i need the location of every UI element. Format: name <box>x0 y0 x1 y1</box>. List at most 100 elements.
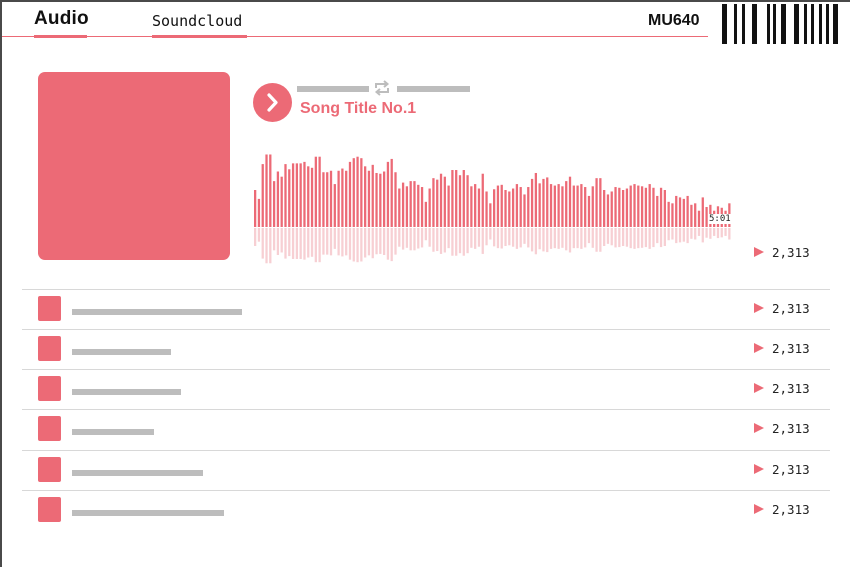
waveform-reflection-bar <box>390 228 393 262</box>
waveform-reflection-bar <box>591 228 594 248</box>
waveform-reflection-bar <box>576 228 579 249</box>
waveform-bar <box>443 176 446 227</box>
waveform-bar <box>686 195 689 227</box>
track-play-count: 2,313 <box>754 462 810 477</box>
track-play-count-value: 2,313 <box>772 462 810 477</box>
waveform-reflection-bar <box>584 228 587 248</box>
waveform-reflection-bar <box>284 228 287 259</box>
play-button[interactable] <box>253 83 292 122</box>
waveform-bar <box>625 188 629 227</box>
waveform-reflection-bar <box>568 228 572 253</box>
waveform-reflection-bar <box>371 228 374 259</box>
track-play-count: 2,313 <box>754 421 810 436</box>
album-placeholder-bar <box>397 86 470 92</box>
waveform-reflection-bar <box>549 228 553 249</box>
waveform-bar <box>610 191 613 227</box>
waveform-reflection-bar <box>337 228 340 256</box>
tab-soundcloud-underline <box>152 35 247 38</box>
waveform-bar <box>508 191 511 227</box>
waveform-bar <box>458 175 462 227</box>
tab-audio[interactable]: Audio <box>34 8 89 38</box>
waveform-reflection-bar <box>409 228 412 251</box>
waveform-bar <box>341 168 344 227</box>
waveform-reflection-bar <box>489 228 492 240</box>
waveform-reflection-bar <box>424 228 427 241</box>
waveform-bar <box>348 161 352 227</box>
waveform-bar <box>595 178 598 227</box>
waveform-bar <box>523 194 526 227</box>
album-artwork[interactable] <box>38 72 230 260</box>
repeat-icon[interactable] <box>371 79 393 97</box>
waveform-bar <box>485 191 488 227</box>
waveform-reflection-bar <box>713 228 716 236</box>
waveform-reflection-bar <box>386 228 390 260</box>
tab-audio-label: Audio <box>34 8 89 29</box>
waveform-reflection-bar <box>587 228 591 244</box>
waveform-bar <box>481 173 484 227</box>
waveform-reflection-bar <box>451 228 454 256</box>
waveform-reflection-bar <box>671 228 674 240</box>
waveform-bar <box>329 170 333 227</box>
waveform-reflection-bar <box>500 228 503 249</box>
header-divider <box>2 36 708 37</box>
track-row[interactable] <box>22 410 830 450</box>
track-row[interactable] <box>22 330 830 370</box>
waveform-reflection-bar <box>621 228 625 246</box>
waveform-reflection-bar <box>546 228 549 253</box>
waveform-reflection-bar <box>360 228 363 262</box>
track-row[interactable] <box>22 370 830 410</box>
track-row[interactable] <box>22 491 830 531</box>
waveform-bar <box>291 163 295 227</box>
waveform-bar <box>352 158 355 227</box>
track-thumbnail <box>38 416 61 441</box>
waveform[interactable] <box>254 150 732 266</box>
play-count-icon <box>754 464 764 474</box>
waveform-reflection-bar <box>493 228 496 247</box>
waveform-reflection-bar <box>724 228 727 236</box>
play-count-icon <box>754 247 764 257</box>
waveform-reflection-bar <box>542 228 545 252</box>
waveform-bar <box>557 184 560 227</box>
track-row[interactable] <box>22 451 830 491</box>
waveform-bar <box>413 181 416 227</box>
waveform-bar <box>633 184 636 227</box>
waveform-reflection-bar <box>261 228 264 259</box>
waveform-bar <box>360 158 363 227</box>
waveform-bar <box>640 186 644 227</box>
waveform-bar <box>637 185 640 227</box>
waveform-reflection-bar <box>561 228 564 248</box>
waveform-reflection-bar <box>697 228 701 236</box>
waveform-reflection-bar <box>644 228 648 248</box>
waveform-reflection-bar <box>394 228 397 255</box>
waveform-bar <box>386 161 390 227</box>
waveform-bar <box>371 164 374 227</box>
waveform-reflection-bar <box>401 228 405 250</box>
tab-soundcloud[interactable]: Soundcloud <box>152 8 247 38</box>
waveform-reflection-bar <box>299 228 302 259</box>
waveform-reflection-bar <box>458 228 462 254</box>
track-row[interactable] <box>22 290 830 330</box>
waveform-reflection-bar <box>614 228 617 248</box>
song-title: Song Title No.1 <box>300 100 417 117</box>
waveform-reflection-bar <box>595 228 598 252</box>
waveform-reflection-bar <box>447 228 450 249</box>
waveform-reflection-bar <box>648 228 651 249</box>
waveform-bar <box>530 178 534 227</box>
track-thumbnail <box>38 457 61 482</box>
waveform-bar <box>394 172 397 227</box>
waveform-bar <box>538 183 541 227</box>
waveform-bar <box>451 170 454 227</box>
waveform-bar <box>652 187 655 227</box>
waveform-bar <box>629 185 632 227</box>
waveform-reflection-bar <box>477 228 481 247</box>
waveform-bar <box>565 181 568 227</box>
waveform-bar <box>496 185 500 227</box>
waveform-bar <box>603 190 606 227</box>
waveform-bar <box>568 176 572 227</box>
waveform-reflection-bar <box>599 228 602 252</box>
waveform-reflection-bar <box>413 228 416 251</box>
waveform-bar <box>265 154 268 227</box>
waveform-bar <box>322 172 325 227</box>
waveform-reflection-bar <box>470 228 473 248</box>
waveform-reflection-bar <box>515 228 519 249</box>
